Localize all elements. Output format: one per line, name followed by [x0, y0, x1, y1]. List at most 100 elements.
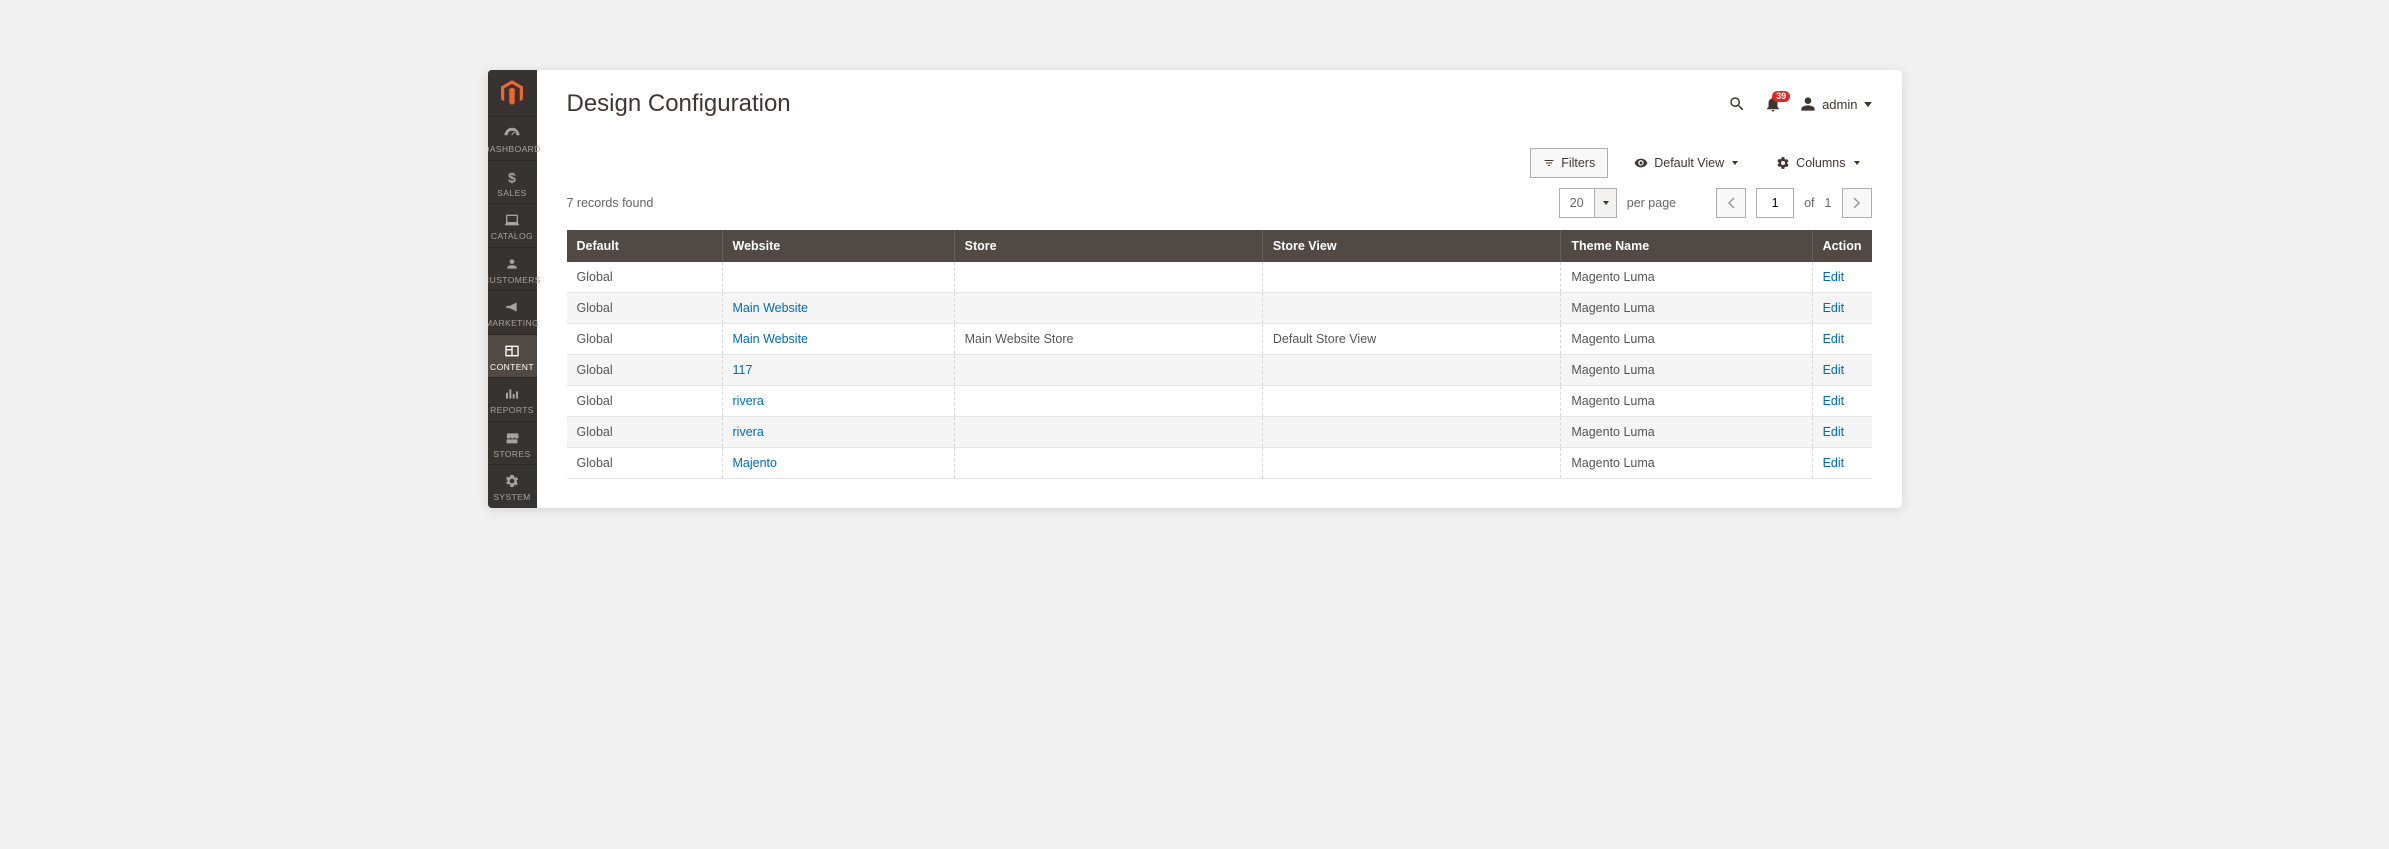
sidebar-item-reports[interactable]: REPORTS — [488, 377, 537, 421]
table-row[interactable]: GlobalriveraMagento LumaEdit — [567, 386, 1872, 417]
top-actions: 39 admin — [1728, 95, 1871, 113]
edit-link[interactable]: Edit — [1823, 270, 1845, 284]
page-size-caret[interactable] — [1594, 189, 1616, 217]
cell-store-view — [1262, 417, 1560, 448]
page-title: Design Configuration — [567, 90, 791, 118]
current-page-input[interactable] — [1756, 188, 1794, 218]
records-found: 7 records found — [567, 196, 654, 210]
table-row[interactable]: GlobalMagento LumaEdit — [567, 262, 1872, 293]
website-link[interactable]: rivera — [733, 425, 764, 439]
cell-default: Global — [567, 293, 723, 324]
sidebar-item-sales[interactable]: $ SALES — [488, 160, 537, 204]
table-row[interactable]: Global Main Website Main Website StoreDefa… — [567, 324, 1872, 355]
notifications-icon[interactable]: 39 — [1764, 95, 1782, 113]
sidebar-item-label: SYSTEM — [493, 493, 530, 502]
sidebar-item-marketing[interactable]: MARKETING — [488, 290, 537, 334]
cell-action: Edit — [1812, 386, 1871, 417]
notification-badge: 39 — [1772, 91, 1790, 102]
edit-link[interactable]: Edit — [1823, 456, 1845, 470]
sidebar-item-label: REPORTS — [490, 406, 534, 415]
filters-label: Filters — [1561, 156, 1595, 170]
sidebar-item-content[interactable]: CONTENT — [488, 334, 537, 378]
cell-action: Edit — [1812, 448, 1871, 479]
search-icon[interactable] — [1728, 95, 1746, 113]
col-header-store[interactable]: Store — [954, 230, 1262, 262]
website-link[interactable]: Main Website — [733, 301, 809, 315]
edit-link[interactable]: Edit — [1823, 363, 1845, 377]
col-header-theme[interactable]: Theme Name — [1561, 230, 1812, 262]
total-pages: 1 — [1825, 196, 1832, 210]
next-page-button[interactable] — [1842, 188, 1872, 218]
edit-link[interactable]: Edit — [1823, 301, 1845, 315]
cell-store-view — [1262, 262, 1560, 293]
website-link[interactable]: 117 — [733, 363, 753, 377]
sidebar-item-dashboard[interactable]: DASHBOARD — [488, 116, 537, 160]
svg-text:$: $ — [508, 170, 516, 185]
filters-button[interactable]: Filters — [1530, 148, 1608, 178]
col-header-website[interactable]: Website — [722, 230, 954, 262]
cell-default: Global — [567, 324, 723, 355]
admin-account-dropdown[interactable]: admin — [1800, 96, 1871, 112]
sidebar-item-label: SALES — [497, 189, 526, 198]
cell-store-view — [1262, 293, 1560, 324]
table-row[interactable]: GlobalMajentoMagento LumaEdit — [567, 448, 1872, 479]
cell-store — [954, 448, 1262, 479]
content-icon — [504, 342, 520, 360]
default-view-button[interactable]: Default View — [1622, 148, 1750, 178]
website-link[interactable]: Main Website — [733, 332, 809, 346]
table-row[interactable]: GlobalMain WebsiteMagento LumaEdit — [567, 293, 1872, 324]
cell-store-view — [1262, 355, 1560, 386]
edit-link[interactable]: Edit — [1823, 425, 1845, 439]
cell-website: Majento — [722, 448, 954, 479]
sidebar-item-system[interactable]: SYSTEM — [488, 464, 537, 508]
default-view-label: Default View — [1654, 156, 1724, 170]
page-size-select[interactable]: 20 — [1559, 188, 1617, 218]
cell-store: Main Website Store — [954, 324, 1262, 355]
cell-store-view — [1262, 448, 1560, 479]
prev-page-button[interactable] — [1716, 188, 1746, 218]
cell-theme: Magento Luma — [1561, 324, 1812, 355]
col-header-store-view[interactable]: Store View — [1262, 230, 1560, 262]
sidebar-item-label: CATALOG — [491, 232, 533, 241]
sidebar-item-label: CONTENT — [490, 363, 534, 372]
table-row[interactable]: GlobalriveraMagento LumaEdit — [567, 417, 1872, 448]
pager-row: 7 records found 20 per page of 1 — [567, 188, 1872, 218]
catalog-icon — [504, 211, 520, 229]
cell-default: Global — [567, 355, 723, 386]
cell-store — [954, 262, 1262, 293]
sidebar-item-label: MARKETING — [488, 319, 540, 328]
top-bar: Design Configuration 39 admin — [567, 70, 1872, 118]
sidebar-item-catalog[interactable]: CATALOG — [488, 203, 537, 247]
cell-default: Global — [567, 417, 723, 448]
columns-label: Columns — [1796, 156, 1845, 170]
sidebar-item-customers[interactable]: CUSTOMERS — [488, 247, 537, 291]
cell-store — [954, 293, 1262, 324]
cell-action: Edit — [1812, 293, 1871, 324]
website-link[interactable]: Majento — [733, 456, 777, 470]
cell-theme: Magento Luma — [1561, 448, 1812, 479]
cell-action: Edit — [1812, 355, 1871, 386]
col-header-default[interactable]: Default — [567, 230, 723, 262]
grid-toolbar: Filters Default View Columns — [567, 148, 1872, 178]
pager-controls: 20 per page of 1 — [1559, 188, 1872, 218]
stores-icon — [504, 429, 520, 447]
cell-store — [954, 417, 1262, 448]
col-header-action[interactable]: Action — [1812, 230, 1871, 262]
cell-website: rivera — [722, 386, 954, 417]
edit-link[interactable]: Edit — [1823, 394, 1845, 408]
cell-theme: Magento Luma — [1561, 262, 1812, 293]
columns-button[interactable]: Columns — [1764, 148, 1871, 178]
website-link[interactable]: rivera — [733, 394, 764, 408]
marketing-icon — [504, 298, 520, 316]
reports-icon — [504, 385, 520, 403]
edit-link[interactable]: Edit — [1823, 332, 1845, 346]
sidebar-item-label: DASHBOARD — [488, 145, 541, 154]
cell-store-view: Default Store View — [1262, 324, 1560, 355]
cell-store-view — [1262, 386, 1560, 417]
cell-website: rivera — [722, 417, 954, 448]
magento-logo[interactable] — [488, 70, 537, 116]
table-row[interactable]: Global117Magento LumaEdit — [567, 355, 1872, 386]
cell-store — [954, 355, 1262, 386]
customers-icon — [505, 255, 519, 273]
sidebar-item-stores[interactable]: STORES — [488, 421, 537, 465]
